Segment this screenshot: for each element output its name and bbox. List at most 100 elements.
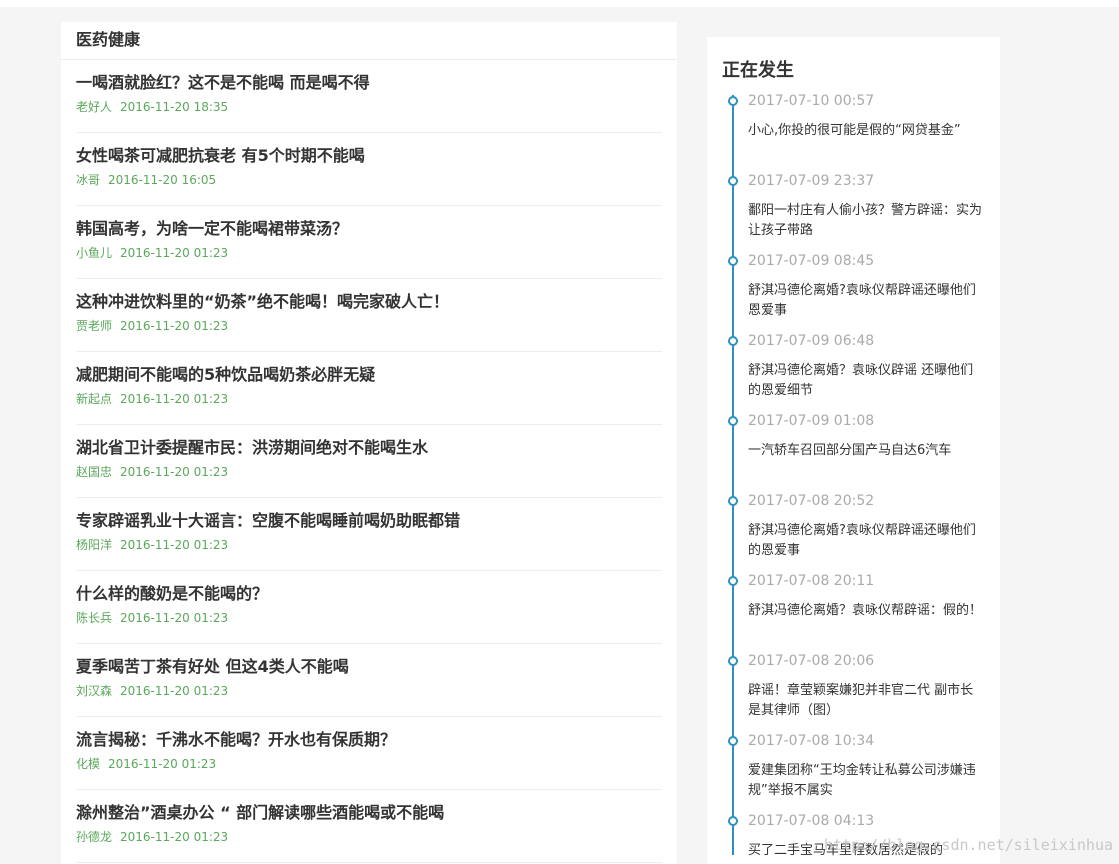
- timeline-news-link[interactable]: 辟谣！章莹颖案嫌犯并非官二代 副市长是其律师（图）: [748, 681, 983, 721]
- timeline-dot-icon: [728, 416, 738, 426]
- article-author[interactable]: 老好人: [76, 100, 112, 114]
- timeline-item: 2017-07-09 23:37 鄱阳一村庄有人偷小孩？警方辟谣：实为让孩子带路: [707, 171, 1000, 251]
- timeline-item: 2017-07-08 20:52 舒淇冯德伦离婚?袁咏仪帮辟谣还曝他们的恩爱事: [707, 491, 1000, 571]
- timeline-time: 2017-07-09 08:45: [748, 253, 875, 269]
- article-title-link[interactable]: 滁州整治”酒桌办公 “ 部门解读哪些酒能喝或不能喝: [76, 802, 662, 824]
- timeline-time: 2017-07-08 10:34: [748, 733, 875, 749]
- list-item: 什么样的酸奶是不能喝的？ 陈长兵 2016-11-20 01:23: [76, 571, 662, 644]
- article-author[interactable]: 贾老师: [76, 319, 112, 333]
- article-author[interactable]: 赵国忠: [76, 465, 112, 479]
- article-date: 2016-11-20 01:23: [120, 611, 229, 625]
- timeline-time: 2017-07-08 20:11: [748, 573, 875, 589]
- article-title-link[interactable]: 专家辟谣乳业十大谣言：空腹不能喝睡前喝奶助眠都错: [76, 510, 662, 532]
- list-item: 一喝酒就脸红？这不是不能喝 而是喝不得 老好人 2016-11-20 18:35: [76, 60, 662, 133]
- article-title-link[interactable]: 湖北省卫计委提醒市民：洪涝期间绝对不能喝生水: [76, 437, 662, 459]
- timeline-dot-icon: [728, 576, 738, 586]
- article-author[interactable]: 刘汉森: [76, 684, 112, 698]
- timeline-news-link[interactable]: 舒淇冯德伦离婚?袁咏仪帮辟谣还曝他们恩爱事: [748, 281, 983, 321]
- timeline-news-link[interactable]: 爱建集团称“王均金转让私募公司涉嫌违规”举报不属实: [748, 761, 983, 801]
- article-date: 2016-11-20 16:05: [108, 173, 217, 187]
- timeline-news-link[interactable]: 舒淇冯德伦离婚?袁咏仪帮辟谣还曝他们的恩爱事: [748, 521, 983, 561]
- article-title-link[interactable]: 韩国高考，为啥一定不能喝裙带菜汤？: [76, 218, 662, 240]
- article-meta: 冰哥 2016-11-20 16:05: [76, 171, 662, 189]
- timeline-time: 2017-07-09 06:48: [748, 333, 875, 349]
- article-meta: 陈长兵 2016-11-20 01:23: [76, 609, 662, 627]
- article-author[interactable]: 小鱼儿: [76, 246, 112, 260]
- timeline-dot-icon: [728, 496, 738, 506]
- timeline-time: 2017-07-08 20:06: [748, 653, 875, 669]
- article-date: 2016-11-20 01:23: [120, 538, 229, 552]
- article-meta: 孙德龙 2016-11-20 01:23: [76, 828, 662, 846]
- article-date: 2016-11-20 01:23: [108, 757, 217, 771]
- timeline-dot-icon: [728, 816, 738, 826]
- article-meta: 赵国忠 2016-11-20 01:23: [76, 463, 662, 481]
- article-date: 2016-11-20 01:23: [120, 392, 229, 406]
- article-meta: 老好人 2016-11-20 18:35: [76, 98, 662, 116]
- article-date: 2016-11-20 18:35: [120, 100, 229, 114]
- timeline-dot-icon: [728, 96, 738, 106]
- article-author[interactable]: 新起点: [76, 392, 112, 406]
- panel-title: 医药健康: [61, 22, 677, 60]
- health-news-panel: 医药健康 一喝酒就脸红？这不是不能喝 而是喝不得 老好人 2016-11-20 1…: [61, 22, 677, 864]
- list-item: 女性喝茶可减肥抗衰老 有5个时期不能喝 冰哥 2016-11-20 16:05: [76, 133, 662, 206]
- sidebar-title: 正在发生: [722, 60, 794, 81]
- timeline-news-link[interactable]: 舒淇冯德伦离婚？袁咏仪帮辟谣：假的！: [748, 601, 983, 621]
- timeline-news-link[interactable]: 小心,你投的很可能是假的“网贷基金”: [748, 121, 983, 141]
- timeline-time: 2017-07-08 04:13: [748, 813, 875, 829]
- article-title-link[interactable]: 夏季喝苦丁茶有好处 但这4类人不能喝: [76, 656, 662, 678]
- list-item: 韩国高考，为啥一定不能喝裙带菜汤？ 小鱼儿 2016-11-20 01:23: [76, 206, 662, 279]
- article-title-link[interactable]: 流言揭秘：千沸水不能喝？开水也有保质期？: [76, 729, 662, 751]
- article-date: 2016-11-20 01:23: [120, 319, 229, 333]
- list-item: 滁州整治”酒桌办公 “ 部门解读哪些酒能喝或不能喝 孙德龙 2016-11-20 …: [76, 790, 662, 863]
- article-title-link[interactable]: 女性喝茶可减肥抗衰老 有5个时期不能喝: [76, 145, 662, 167]
- article-title-link[interactable]: 这种冲进饮料里的“奶茶”绝不能喝！喝完家破人亡！: [76, 291, 662, 313]
- article-title-link[interactable]: 减肥期间不能喝的5种饮品喝奶茶必胖无疑: [76, 364, 662, 386]
- article-date: 2016-11-20 01:23: [120, 246, 229, 260]
- timeline-item: 2017-07-08 20:06 辟谣！章莹颖案嫌犯并非官二代 副市长是其律师（…: [707, 651, 1000, 731]
- article-list: 一喝酒就脸红？这不是不能喝 而是喝不得 老好人 2016-11-20 18:35 …: [61, 60, 677, 863]
- timeline-item: 2017-07-10 00:57 小心,你投的很可能是假的“网贷基金”: [707, 91, 1000, 171]
- timeline-news-link[interactable]: 一汽轿车召回部分国产马自达6汽车: [748, 441, 983, 461]
- timeline-item: 2017-07-08 10:34 爱建集团称“王均金转让私募公司涉嫌违规”举报不…: [707, 731, 1000, 811]
- article-author[interactable]: 化模: [76, 757, 100, 771]
- timeline-news-link[interactable]: 舒淇冯德伦离婚？袁咏仪辟谣 还曝他们的恩爱细节: [748, 361, 983, 401]
- timeline-time: 2017-07-09 01:08: [748, 413, 875, 429]
- timeline-item: 2017-07-09 08:45 舒淇冯德伦离婚?袁咏仪帮辟谣还曝他们恩爱事: [707, 251, 1000, 331]
- timeline-dot-icon: [728, 736, 738, 746]
- article-author[interactable]: 冰哥: [76, 173, 100, 187]
- timeline-news-link[interactable]: 鄱阳一村庄有人偷小孩？警方辟谣：实为让孩子带路: [748, 201, 983, 241]
- top-bar: [0, 0, 1119, 7]
- timeline-time: 2017-07-08 20:52: [748, 493, 875, 509]
- article-title-link[interactable]: 一喝酒就脸红？这不是不能喝 而是喝不得: [76, 72, 662, 94]
- timeline-item: 2017-07-09 06:48 舒淇冯德伦离婚？袁咏仪辟谣 还曝他们的恩爱细节: [707, 331, 1000, 411]
- article-meta: 刘汉森 2016-11-20 01:23: [76, 682, 662, 700]
- article-meta: 贾老师 2016-11-20 01:23: [76, 317, 662, 335]
- article-meta: 化模 2016-11-20 01:23: [76, 755, 662, 773]
- list-item: 这种冲进饮料里的“奶茶”绝不能喝！喝完家破人亡！ 贾老师 2016-11-20 0…: [76, 279, 662, 352]
- timeline-item: 2017-07-08 20:11 舒淇冯德伦离婚？袁咏仪帮辟谣：假的！: [707, 571, 1000, 651]
- list-item: 专家辟谣乳业十大谣言：空腹不能喝睡前喝奶助眠都错 杨阳洋 2016-11-20 0…: [76, 498, 662, 571]
- article-title-link[interactable]: 什么样的酸奶是不能喝的？: [76, 583, 662, 605]
- timeline-item: 2017-07-09 01:08 一汽轿车召回部分国产马自达6汽车: [707, 411, 1000, 491]
- timeline-time: 2017-07-09 23:37: [748, 173, 875, 189]
- timeline: 2017-07-10 00:57 小心,你投的很可能是假的“网贷基金” 2017…: [707, 91, 1000, 864]
- article-date: 2016-11-20 01:23: [120, 830, 229, 844]
- article-author[interactable]: 陈长兵: [76, 611, 112, 625]
- timeline-dot-icon: [728, 656, 738, 666]
- article-author[interactable]: 杨阳洋: [76, 538, 112, 552]
- article-meta: 小鱼儿 2016-11-20 01:23: [76, 244, 662, 262]
- article-date: 2016-11-20 01:23: [120, 684, 229, 698]
- timeline-time: 2017-07-10 00:57: [748, 93, 875, 109]
- article-author[interactable]: 孙德龙: [76, 830, 112, 844]
- list-item: 湖北省卫计委提醒市民：洪涝期间绝对不能喝生水 赵国忠 2016-11-20 01:…: [76, 425, 662, 498]
- watermark-text: http://blog.csdn.net/sileixinhua: [824, 836, 1113, 854]
- list-item: 夏季喝苦丁茶有好处 但这4类人不能喝 刘汉森 2016-11-20 01:23: [76, 644, 662, 717]
- article-date: 2016-11-20 01:23: [120, 465, 229, 479]
- article-meta: 杨阳洋 2016-11-20 01:23: [76, 536, 662, 554]
- timeline-dot-icon: [728, 256, 738, 266]
- happening-now-panel: 正在发生 2017-07-10 00:57 小心,你投的很可能是假的“网贷基金”…: [707, 37, 1000, 864]
- article-meta: 新起点 2016-11-20 01:23: [76, 390, 662, 408]
- list-item: 流言揭秘：千沸水不能喝？开水也有保质期？ 化模 2016-11-20 01:23: [76, 717, 662, 790]
- list-item: 减肥期间不能喝的5种饮品喝奶茶必胖无疑 新起点 2016-11-20 01:23: [76, 352, 662, 425]
- timeline-dot-icon: [728, 176, 738, 186]
